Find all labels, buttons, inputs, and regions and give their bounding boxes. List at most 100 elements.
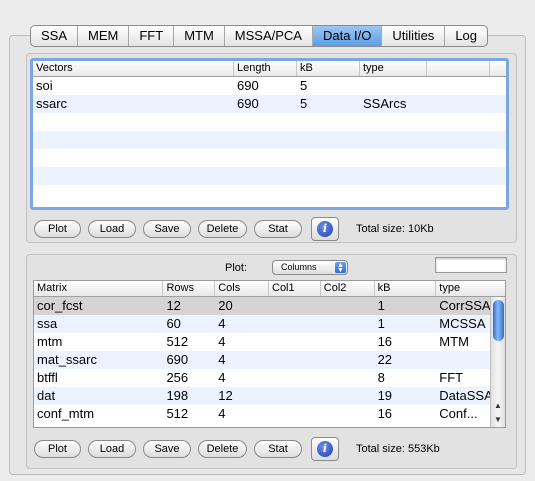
matrix-cell-col2 (321, 297, 375, 315)
matrix-delete-button[interactable]: Delete (198, 440, 247, 458)
col-header-matrix[interactable]: Matrix (34, 281, 164, 296)
matrix-cell-kb: 16 (377, 406, 393, 421)
table-row[interactable]: btffl 256 4 8 FFT (34, 369, 505, 387)
matrix-cell-name: conf_mtm (37, 406, 95, 421)
matrix-cell-col1 (269, 387, 321, 405)
scroll-thumb[interactable] (493, 300, 504, 341)
matrix-cell-rows: 690 (166, 352, 189, 367)
matrix-total-size: Total size: 553Kb (356, 443, 440, 455)
matrix-cell-cols: 12 (218, 388, 233, 403)
updown-arrows-icon: ▲ ▼ (335, 262, 346, 274)
vectors-stat-button[interactable]: Stat (254, 220, 302, 238)
tab-log[interactable]: Log (445, 26, 487, 46)
col-header-col1[interactable]: Col1 (269, 281, 321, 296)
tab-fft[interactable]: FFT (129, 26, 175, 46)
col-header-empty (427, 61, 490, 76)
scroll-up-arrow-icon[interactable]: ▲ (494, 401, 502, 410)
matrix-cell-cols: 4 (218, 334, 226, 349)
empty-row (33, 131, 506, 149)
col-header-kb[interactable]: kB (375, 281, 437, 296)
empty-row (33, 185, 506, 203)
matrix-cell-kb: 1 (377, 298, 385, 313)
matrix-cell-kb: 16 (377, 334, 393, 349)
matrix-cell-rows: 256 (166, 370, 189, 385)
matrix-button-row: Plot Load Save Delete Stat i Total size:… (34, 437, 440, 461)
col-header-vectors[interactable]: Vectors (33, 61, 234, 76)
vectors-delete-button[interactable]: Delete (198, 220, 247, 238)
vectors-save-button[interactable]: Save (143, 220, 191, 238)
matrix-cell-rows: 12 (166, 298, 181, 313)
matrix-cell-kb: 19 (377, 388, 393, 403)
vector-name: soi (36, 78, 53, 93)
tab-mssa-pca[interactable]: MSSA/PCA (225, 26, 313, 46)
matrix-cell-rows: 512 (166, 406, 189, 421)
vector-length: 690 (237, 96, 259, 111)
matrix-cell-col1 (269, 333, 321, 351)
matrix-scrollbar[interactable]: ▲ ▼ (490, 297, 505, 427)
matrix-cell-col2 (321, 405, 375, 423)
table-row[interactable]: mtm 512 4 16 MTM (34, 333, 505, 351)
table-row[interactable]: ssarc 690 5 SSArcs (33, 95, 506, 113)
col-header-rows[interactable]: Rows (163, 281, 216, 296)
col-header-cols[interactable]: Cols (215, 281, 269, 296)
matrix-cell-col2 (321, 333, 375, 351)
matrix-cell-name: ssa (37, 316, 58, 331)
matrix-table[interactable]: Matrix Rows Cols Col1 Col2 kB type cor_f… (33, 280, 506, 428)
tab-utilities[interactable]: Utilities (382, 26, 446, 46)
matrix-cell-name: mtm (37, 334, 63, 349)
matrix-stat-button[interactable]: Stat (254, 440, 302, 458)
table-row[interactable]: cor_fcst 12 20 1 CorrSSA (34, 297, 505, 315)
matrix-cell-cols: 4 (218, 352, 226, 367)
matrix-cell-col1 (269, 351, 321, 369)
vectors-plot-button[interactable]: Plot (34, 220, 81, 238)
matrix-cell-col2 (321, 351, 375, 369)
tab-mem[interactable]: MEM (78, 26, 130, 46)
matrix-plot-button[interactable]: Plot (34, 440, 81, 458)
tab-mtm[interactable]: MTM (174, 26, 225, 46)
plot-text-field[interactable] (435, 257, 507, 273)
matrix-cell-col1 (269, 405, 321, 423)
matrix-save-button[interactable]: Save (143, 440, 191, 458)
col-header-type[interactable]: type (360, 61, 427, 76)
matrix-cell-rows: 512 (166, 334, 189, 349)
table-row[interactable]: ssa 60 4 1 MCSSA (34, 315, 505, 333)
matrix-load-button[interactable]: Load (88, 440, 136, 458)
matrix-cell-name: cor_fcst (37, 298, 83, 313)
col-header-length[interactable]: Length (234, 61, 297, 76)
matrix-cell-name: btffl (37, 370, 58, 385)
vector-name: ssarc (36, 96, 68, 111)
col-header-type[interactable]: type (436, 281, 505, 296)
matrix-info-button[interactable]: i (311, 437, 339, 461)
data-io-tab-content: Vectors Length kB type soi 690 5 ssarc 6… (9, 35, 526, 475)
vector-type (360, 77, 427, 95)
matrix-table-header: Matrix Rows Cols Col1 Col2 kB type (34, 281, 505, 297)
matrix-cell-name: mat_ssarc (37, 352, 97, 367)
matrix-cell-cols: 4 (218, 316, 226, 331)
tab-data-i-o[interactable]: Data I/O (312, 26, 383, 46)
tab-ssa[interactable]: SSA (31, 26, 79, 46)
matrix-cell-cols: 4 (218, 370, 226, 385)
col-header-kb[interactable]: kB (297, 61, 360, 76)
empty-row (33, 167, 506, 185)
plot-select[interactable]: Columns ▲ ▼ (272, 260, 348, 275)
matrix-panel: Plot: Columns ▲ ▼ Matrix Rows Cols Col1 C… (26, 254, 517, 469)
vectors-load-button[interactable]: Load (88, 220, 136, 238)
matrix-cell-rows: 60 (166, 316, 181, 331)
table-row[interactable]: conf_mtm 512 4 16 Conf... (34, 405, 505, 423)
col-header-col2[interactable]: Col2 (321, 281, 375, 296)
vector-kb: 5 (300, 78, 308, 93)
scroll-down-arrow-icon[interactable]: ▼ (494, 415, 502, 424)
table-row[interactable]: soi 690 5 (33, 77, 506, 95)
vectors-info-button[interactable]: i (311, 217, 339, 241)
plot-label: Plot: (225, 262, 248, 274)
col-header-spacer (490, 61, 506, 76)
matrix-cell-col2 (321, 315, 375, 333)
main-tab-bar: SSA MEM FFT MTM MSSA/PCA Data I/O Utilities Log (30, 25, 489, 47)
matrix-cell-rows: 198 (166, 388, 189, 403)
table-row[interactable]: mat_ssarc 690 4 22 (34, 351, 505, 369)
matrix-cell-col1 (269, 369, 321, 387)
matrix-cell-col2 (321, 369, 375, 387)
matrix-cell-kb: 1 (377, 316, 385, 331)
vectors-table[interactable]: Vectors Length kB type soi 690 5 ssarc 6… (30, 58, 509, 210)
table-row[interactable]: dat 198 12 19 DataSSA (34, 387, 505, 405)
